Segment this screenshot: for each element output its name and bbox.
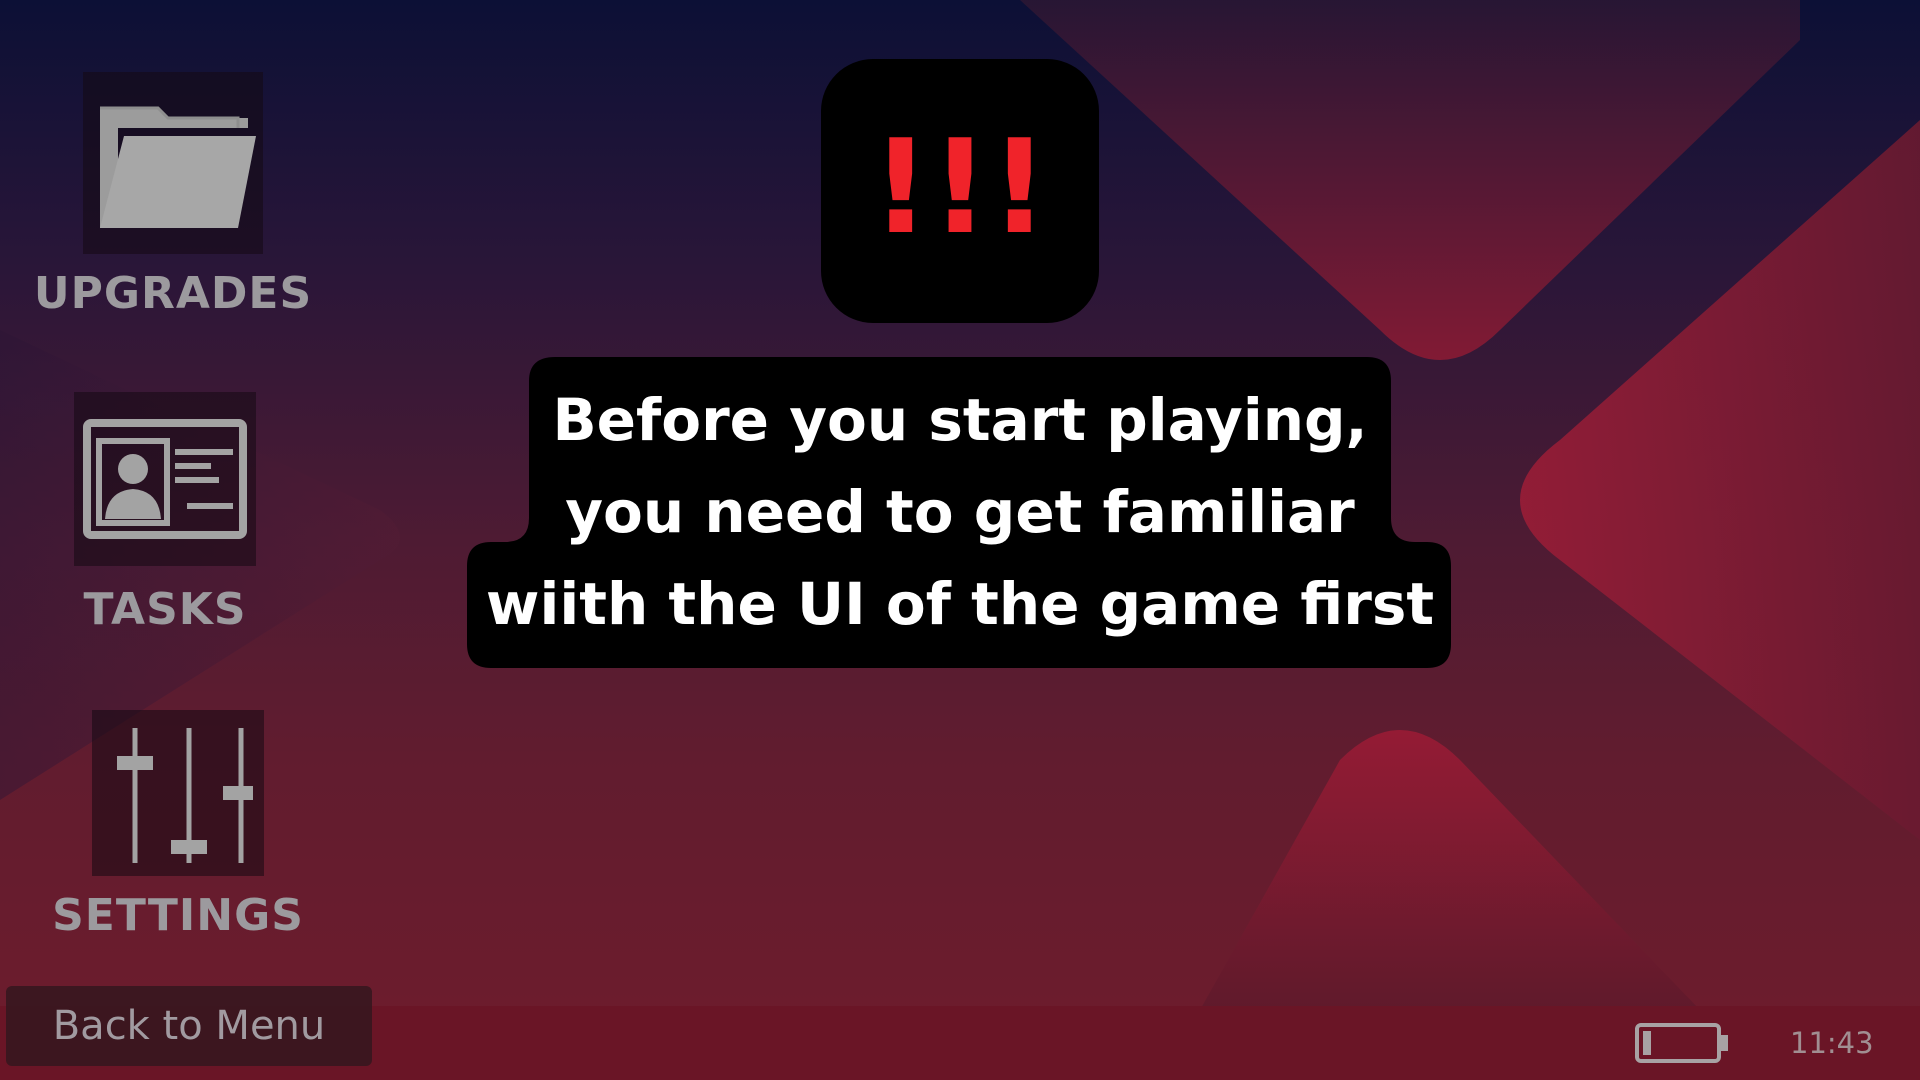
- tutorial-message-line-3: wiith the UI of the game first: [485, 570, 1435, 638]
- tutorial-message-line-2: you need to get familiar: [565, 478, 1355, 546]
- tutorial-message-line-1: Before you start playing,: [552, 386, 1368, 454]
- tutorial-message: Before you start playing, you need to ge…: [468, 374, 1452, 650]
- game-screen: UPGRADES TASKS SETTINGS Back to Menu 11:…: [0, 0, 1920, 1080]
